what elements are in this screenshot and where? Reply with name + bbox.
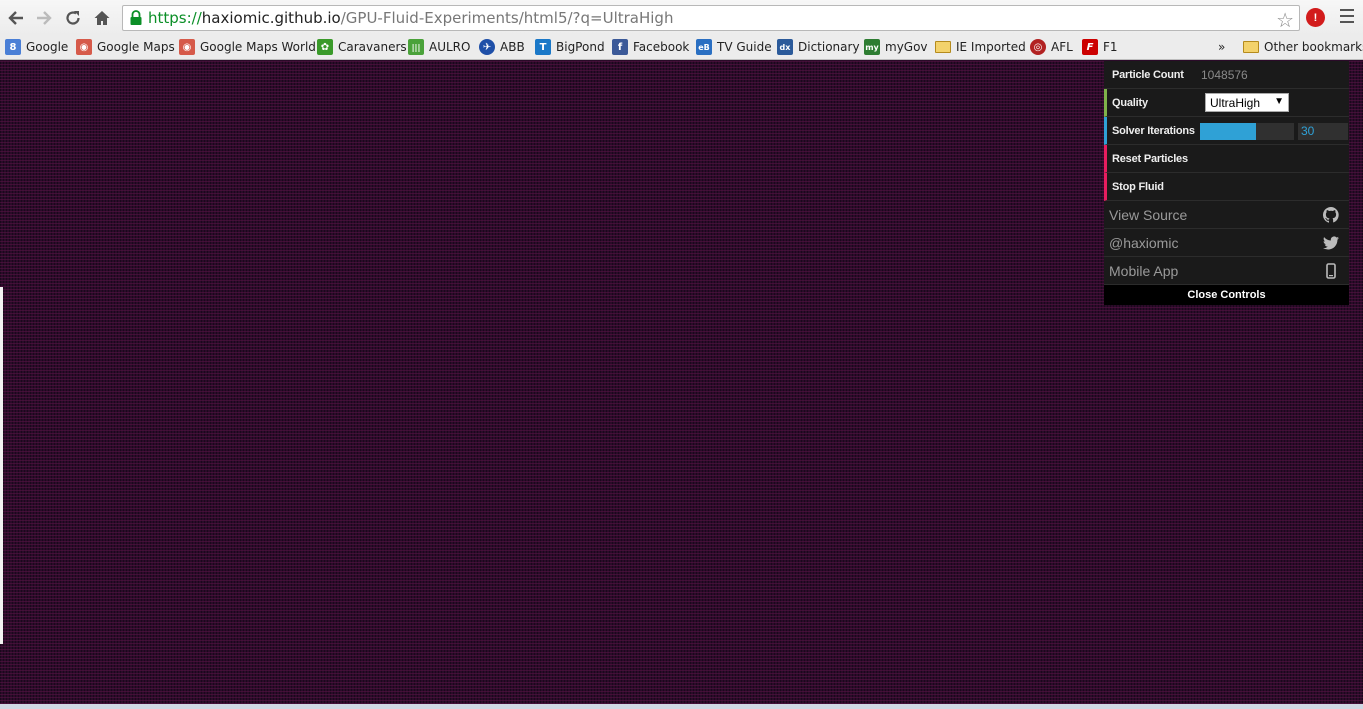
f1-icon: F: [1082, 39, 1098, 55]
reload-button[interactable]: [61, 6, 85, 30]
mygov-icon: my: [864, 39, 880, 55]
bookmark-google[interactable]: 8 Google: [5, 37, 68, 57]
view-source-link[interactable]: View Source: [1104, 201, 1349, 229]
forward-button[interactable]: [32, 6, 56, 30]
telstra-icon: T: [535, 39, 551, 55]
stop-fluid-button[interactable]: Stop Fluid: [1104, 173, 1349, 201]
home-button[interactable]: [90, 6, 114, 30]
bookmarks-overflow-button[interactable]: »: [1218, 37, 1225, 57]
reset-particles-label: Reset Particles: [1112, 152, 1188, 165]
google-icon: 8: [5, 39, 21, 55]
slider-fill: [1200, 123, 1257, 140]
particle-count-row: Particle Count 1048576: [1104, 61, 1349, 89]
twitter-label: @haxiomic: [1109, 234, 1179, 251]
bookmark-label: ABB: [500, 40, 525, 54]
bookmark-afl[interactable]: ◎ AFL: [1030, 37, 1073, 57]
particle-count-value: 1048576: [1201, 67, 1248, 82]
browser-toolbar: https://haxiomic.github.io/GPU-Fluid-Exp…: [0, 0, 1363, 35]
bookmark-bigpond[interactable]: T BigPond: [535, 37, 605, 57]
bookmark-label: IE Imported: [956, 40, 1026, 54]
caravaners-icon: ✿: [317, 39, 333, 55]
bookmark-label: Caravaners: [338, 40, 407, 54]
bookmark-label: Dictionary: [798, 40, 860, 54]
github-icon: [1323, 207, 1339, 223]
os-taskbar-strip: [0, 704, 1363, 709]
bookmark-label: Google Maps World: [200, 40, 316, 54]
folder-icon: [1243, 41, 1259, 53]
bookmark-label: Facebook: [633, 40, 690, 54]
solver-iterations-label: Solver Iterations: [1112, 124, 1195, 137]
bookmark-label: myGov: [885, 40, 928, 54]
maps-pin-icon: ◉: [179, 39, 195, 55]
address-bar[interactable]: https://haxiomic.github.io/GPU-Fluid-Exp…: [122, 5, 1300, 33]
close-controls-button[interactable]: Close Controls: [1104, 285, 1349, 305]
other-bookmarks[interactable]: Other bookmarks: [1243, 37, 1363, 57]
bookmark-label: AFL: [1051, 40, 1073, 54]
url-scheme: https://: [148, 9, 202, 27]
quality-row: Quality UltraHigh ▼: [1104, 89, 1349, 117]
afl-icon: ◎: [1030, 39, 1046, 55]
solver-iterations-slider[interactable]: [1200, 123, 1294, 140]
bookmark-facebook[interactable]: f Facebook: [612, 37, 689, 57]
dropdown-arrow-icon: ▼: [1274, 96, 1284, 107]
home-icon: [94, 11, 110, 25]
back-arrow-icon: [8, 11, 23, 25]
tvguide-icon: eB: [696, 39, 712, 55]
url-host: haxiomic.github.io: [201, 9, 341, 27]
bookmark-f1[interactable]: F F1: [1082, 37, 1118, 57]
solver-iterations-row: Solver Iterations 30: [1104, 117, 1349, 145]
controls-panel: Particle Count 1048576 Quality UltraHigh…: [1104, 61, 1349, 305]
bookmark-label: Google Maps: [97, 40, 175, 54]
bookmark-google-maps[interactable]: ◉ Google Maps: [76, 37, 175, 57]
stop-fluid-label: Stop Fluid: [1112, 180, 1164, 193]
quality-label: Quality: [1112, 96, 1148, 109]
bookmark-tv-guide[interactable]: eB TV Guide: [696, 37, 772, 57]
bookmark-label: F1: [1103, 40, 1118, 54]
bookmark-label: TV Guide: [717, 40, 772, 54]
facebook-icon: f: [612, 39, 628, 55]
reload-icon: [66, 11, 80, 25]
particle-count-label: Particle Count: [1112, 68, 1184, 81]
view-source-label: View Source: [1109, 206, 1188, 223]
mobile-phone-icon: [1326, 263, 1336, 279]
forward-arrow-icon: [37, 11, 52, 25]
maps-pin-icon: ◉: [76, 39, 92, 55]
bookmark-google-maps-world[interactable]: ◉ Google Maps World: [179, 37, 316, 57]
twitter-link[interactable]: @haxiomic: [1104, 229, 1349, 257]
bookmark-mygov[interactable]: my myGov: [864, 37, 928, 57]
mobile-app-label: Mobile App: [1109, 262, 1179, 279]
folder-icon: [935, 41, 951, 53]
page-edge-strip: [0, 287, 3, 644]
url-text: https://haxiomic.github.io/GPU-Fluid-Exp…: [148, 9, 673, 27]
lock-icon: [130, 10, 142, 25]
quality-select[interactable]: UltraHigh ▼: [1205, 93, 1289, 112]
solver-iterations-input[interactable]: 30: [1298, 123, 1348, 140]
bookmark-aulro[interactable]: ||| AULRO: [408, 37, 470, 57]
reset-particles-button[interactable]: Reset Particles: [1104, 145, 1349, 173]
bookmark-label: Other bookmarks: [1264, 40, 1363, 54]
extension-icon[interactable]: !: [1306, 8, 1325, 27]
twitter-icon: [1323, 236, 1339, 250]
bookmark-label: BigPond: [556, 40, 605, 54]
back-button[interactable]: [4, 6, 28, 30]
bookmarks-bar: 8 Google ◉ Google Maps ◉ Google Maps World …: [0, 35, 1363, 60]
bookmark-star-icon[interactable]: ☆: [1276, 8, 1294, 33]
quality-selected-value: UltraHigh: [1210, 95, 1261, 110]
bookmark-ie-imported[interactable]: IE Imported: [935, 37, 1026, 57]
dictionary-icon: dx: [777, 39, 793, 55]
chrome-menu-icon[interactable]: [1340, 9, 1354, 25]
mobile-app-link[interactable]: Mobile App: [1104, 257, 1349, 285]
bookmark-caravaners[interactable]: ✿ Caravaners: [317, 37, 407, 57]
bookmark-label: AULRO: [429, 40, 471, 54]
bookmark-dictionary[interactable]: dx Dictionary: [777, 37, 860, 57]
url-path: /GPU-Fluid-Experiments/html5/?q=UltraHig…: [340, 9, 674, 27]
aulro-icon: |||: [408, 39, 424, 55]
abb-icon: ✈: [479, 39, 495, 55]
bookmark-abb[interactable]: ✈ ABB: [479, 37, 525, 57]
bookmark-label: Google: [26, 40, 69, 54]
